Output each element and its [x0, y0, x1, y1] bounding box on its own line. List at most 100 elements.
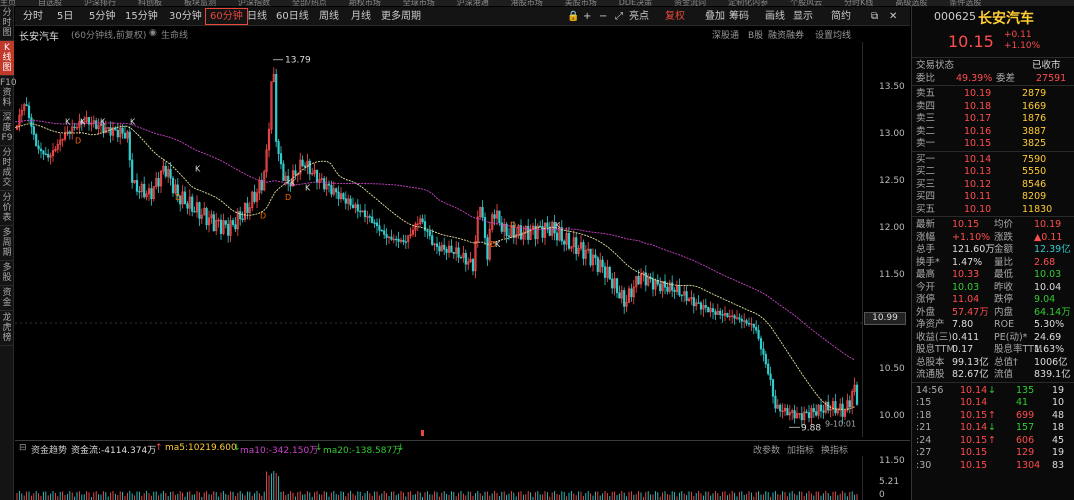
link-sgt[interactable]: 深股通: [712, 28, 739, 41]
left-tab[interactable]: 资金: [0, 286, 14, 311]
zoom-out-icon[interactable]: −: [595, 8, 611, 25]
top-menu-item[interactable]: 沪深指数: [238, 0, 270, 6]
low-date-label: 9-10:01: [825, 419, 856, 428]
ask-label: 卖二: [916, 125, 936, 137]
candle-body: [35, 134, 38, 147]
add-indicator-button[interactable]: 加指标: [787, 443, 814, 456]
candle-body: [764, 353, 767, 365]
period-tab[interactable]: 更多周期: [377, 8, 425, 25]
indicator-name[interactable]: 资金趋势: [31, 443, 67, 456]
left-tab[interactable]: 龙虎榜: [0, 311, 14, 346]
top-menu-item[interactable]: 期权市场: [349, 0, 381, 6]
top-menu-item[interactable]: 沪深港通: [457, 0, 489, 6]
top-menu-item[interactable]: 美股市场: [565, 0, 597, 6]
sell-signal-marker: D: [75, 136, 81, 145]
price-tick: 10.50: [879, 364, 905, 374]
candle-body: [644, 272, 647, 286]
period-tab[interactable]: 5日: [53, 8, 77, 25]
candle-body: [733, 315, 736, 319]
toolbar-item[interactable]: 亮点: [625, 8, 653, 25]
candle-body: [596, 257, 599, 272]
zoom-in-icon[interactable]: +: [579, 8, 595, 25]
link-set-ma[interactable]: 设置均线: [815, 28, 851, 41]
toolbar-item[interactable]: 显示: [789, 8, 817, 25]
ask-label: 卖三: [916, 113, 936, 124]
link-margin[interactable]: 融资融券: [768, 28, 804, 41]
period-tab[interactable]: 15分钟: [121, 8, 162, 25]
top-menu-item[interactable]: 全球市场: [403, 0, 435, 6]
lifeline-label[interactable]: 生命线: [161, 28, 188, 41]
ma-line-short: [15, 123, 856, 410]
period-tab[interactable]: 30分钟: [165, 8, 206, 25]
period-tab[interactable]: 分时: [19, 8, 47, 25]
candle-body: [349, 198, 352, 206]
buy-signal-marker: K: [80, 118, 86, 127]
bid-price: 10.14: [964, 153, 992, 165]
tick-time: :18: [916, 409, 932, 421]
top-menu-item[interactable]: 定制化内参: [728, 0, 768, 6]
candle-body: [42, 150, 45, 155]
tick-time: 14:56: [916, 384, 944, 396]
toolbar-item[interactable]: 画线: [761, 8, 789, 25]
candle-body: [330, 185, 333, 195]
tick-count: 18: [1052, 422, 1065, 433]
collapse-icon[interactable]: ⊟: [19, 443, 27, 453]
stock-name-label: 长安汽车: [19, 32, 59, 43]
toolbar-item[interactable]: 筹码: [725, 8, 753, 25]
candle-body: [123, 132, 127, 139]
stat-value: 10.19: [1034, 219, 1062, 230]
left-tab[interactable]: 分时图: [0, 6, 14, 41]
left-tab-column: 分时图 K线图 F10资料 深度F9 分时成交 分价表 多周期 多股 资金 龙虎榜: [0, 6, 17, 500]
tick-price: 10.15: [960, 459, 988, 471]
tick-volume: 135: [1016, 384, 1035, 396]
period-tab[interactable]: 周线: [315, 8, 343, 25]
buy-signal-marker: K: [555, 221, 561, 230]
top-menu-item[interactable]: DDE决策: [619, 0, 652, 6]
tick-time: :30: [916, 459, 932, 471]
candle-body: [471, 258, 475, 272]
top-menu-item[interactable]: 分时K线: [844, 0, 873, 6]
link-bshare[interactable]: B股: [748, 28, 763, 41]
period-tab[interactable]: 月线: [347, 8, 375, 25]
candle-body: [375, 222, 379, 227]
price-tick: 12.00: [879, 223, 905, 233]
period-tab[interactable]: 60分钟: [205, 8, 248, 25]
top-menu-item[interactable]: 全部/热点: [292, 0, 327, 6]
stat-value: 0.17: [952, 344, 974, 355]
period-tab[interactable]: 5分钟: [85, 8, 119, 25]
left-tab[interactable]: K线图: [0, 41, 14, 76]
left-tab[interactable]: 深度F9: [0, 111, 14, 146]
top-menu-item[interactable]: 科创板: [138, 0, 162, 6]
period-tab[interactable]: 日线: [243, 8, 271, 25]
tick-arrow-icon: ↓: [988, 422, 996, 433]
top-menu-item[interactable]: 个股风云: [790, 0, 822, 6]
switch-indicator-button[interactable]: 换指标: [821, 443, 848, 456]
top-menu-item[interactable]: 资金流向: [674, 0, 706, 6]
candle-body: [435, 243, 439, 247]
restore-icon[interactable]: ⧉: [867, 8, 882, 25]
stats-table: 最新 10.15 均价 10.19 涨幅 +1.10% 涨跌 ▲0.11 总手 121.60万 金额…: [912, 217, 1074, 383]
toolbar-item[interactable]: 简约: [827, 8, 855, 25]
left-tab[interactable]: 多周期: [0, 226, 14, 261]
left-tab[interactable]: F10资料: [0, 76, 17, 111]
top-menu-item[interactable]: 自选股: [38, 0, 62, 6]
indicator-chart[interactable]: [15, 456, 862, 500]
left-tab[interactable]: 分时成交: [0, 146, 14, 191]
candlestick-chart[interactable]: 13.799.88 9-10:01K K K KKKKKKDDDDDD: [15, 42, 862, 437]
top-menu-item[interactable]: 沪深排行: [84, 0, 116, 6]
top-menu-item[interactable]: 港股市场: [511, 0, 543, 6]
top-menu-item[interactable]: 板块监测: [184, 0, 216, 6]
left-tab[interactable]: 多股: [0, 261, 14, 286]
weibi-label: 委比: [916, 72, 936, 84]
period-tab[interactable]: 60日线: [272, 8, 313, 25]
left-tab[interactable]: 分价表: [0, 191, 14, 226]
candle-body: [779, 404, 782, 412]
stat-row: 流通股 82.67亿 流值 839.1亿: [912, 369, 1074, 382]
tick-row: :27 10.15 129 19: [912, 447, 1074, 460]
stat-row: 外盘 57.47万 内盘 64.14万: [912, 307, 1074, 320]
bid-volume: 8546: [1022, 178, 1047, 190]
last-price: 10.15: [948, 32, 994, 51]
toolbar-item[interactable]: 复权: [661, 8, 689, 25]
edit-params-button[interactable]: 改参数: [753, 443, 780, 456]
close-icon[interactable]: ✕: [885, 8, 901, 25]
